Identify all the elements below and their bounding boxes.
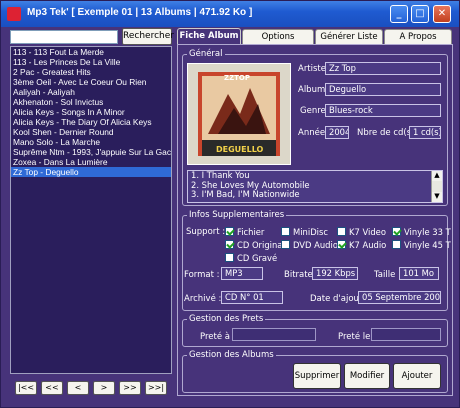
support-k7audio-checkbox[interactable]: K7 Audio — [337, 240, 386, 250]
checkbox-label: Vinyle 45 T — [404, 240, 451, 250]
cover-band-text: ZZTOP — [224, 74, 251, 82]
album-cover: ZZTOP DEGUELLO — [187, 63, 291, 165]
modify-button[interactable]: Modifier — [344, 363, 390, 389]
support-label: Support : — [186, 227, 226, 237]
album-list-item[interactable]: Zz Top - Deguello — [11, 167, 171, 177]
album-list-item[interactable]: Akhenaton - Sol Invictus — [11, 97, 171, 107]
checkbox-icon — [225, 253, 234, 262]
checkbox-icon — [225, 240, 234, 249]
tab-generer-liste[interactable]: Générer Liste — [315, 29, 383, 44]
scroll-up-icon[interactable]: ▲ — [432, 171, 442, 181]
album-list-item[interactable]: Aaliyah - Aaliyah — [11, 87, 171, 97]
lent-to-field[interactable] — [232, 328, 316, 341]
previous-button[interactable]: < — [67, 381, 89, 395]
checkbox-label: Fichier — [237, 227, 265, 237]
support-fichier-checkbox[interactable]: Fichier — [225, 227, 264, 237]
cd-count-field[interactable]: 1 cd(s) — [409, 126, 441, 139]
tracklist[interactable]: 1. I Thank You 2. She Loves My Automobil… — [187, 170, 443, 203]
albums-manage-legend: Gestion des Albums — [187, 350, 276, 360]
checkbox-label: K7 Audio — [349, 240, 387, 250]
search-input[interactable] — [10, 30, 118, 44]
checkbox-icon — [225, 227, 234, 236]
loans-legend: Gestion des Prets — [187, 314, 266, 324]
minimize-button[interactable]: _ — [390, 5, 408, 23]
album-list-item[interactable]: 113 - Les Princes De La Ville — [11, 57, 171, 67]
checkbox-label: Vinyle 33 T — [404, 227, 451, 237]
album-list-item[interactable]: 2 Pac - Greatest Hits — [11, 67, 171, 77]
next-page-button[interactable]: >> — [119, 381, 141, 395]
lent-on-field[interactable] — [371, 328, 441, 341]
checkbox-label: K7 Video — [349, 227, 386, 237]
format-label: Format : — [184, 270, 220, 280]
scroll-down-icon[interactable]: ▼ — [432, 192, 442, 202]
album-list-item[interactable]: Kool Shen - Dernier Round — [11, 127, 171, 137]
album-list-item[interactable]: 3ème Oeil - Avec Le Coeur Ou Rien — [11, 77, 171, 87]
tab-options[interactable]: Options — [242, 29, 314, 44]
format-field[interactable]: MP3 — [221, 267, 263, 280]
app-icon — [7, 7, 21, 21]
cd-count-label: Nbre de cd(s) — [357, 128, 415, 138]
lent-to-label: Preté à : — [200, 332, 236, 342]
date-added-field[interactable]: 05 Septembre 2004 — [358, 291, 441, 304]
delete-button[interactable]: Supprimer — [293, 363, 341, 389]
title-bar[interactable]: Mp3 Tek' [ Exemple 01 | 13 Albums | 471.… — [1, 1, 459, 27]
cover-title-text: DEGUELLO — [216, 145, 264, 154]
checkbox-icon — [337, 227, 346, 236]
support-vinyle45-checkbox[interactable]: Vinyle 45 T — [392, 240, 451, 250]
support-dvd-audio-checkbox[interactable]: DVD Audio — [281, 240, 338, 250]
checkbox-icon — [281, 227, 290, 236]
album-list-item[interactable]: Zoxea - Dans La Lumière — [11, 157, 171, 167]
search-button[interactable]: Rechercher — [122, 28, 174, 45]
bitrate-field[interactable]: 192 Kbps — [312, 267, 358, 280]
support-k7video-checkbox[interactable]: K7 Video — [337, 227, 386, 237]
previous-page-button[interactable]: << — [41, 381, 63, 395]
support-vinyle33-checkbox[interactable]: Vinyle 33 T — [392, 227, 451, 237]
checkbox-icon — [337, 240, 346, 249]
next-button[interactable]: > — [93, 381, 115, 395]
tab-fiche-album[interactable]: Fiche Album — [177, 28, 241, 45]
last-button[interactable]: >>| — [145, 381, 167, 395]
checkbox-label: MiniDisc — [293, 227, 328, 237]
album-field[interactable]: Deguello — [325, 83, 441, 96]
checkbox-icon — [392, 227, 401, 236]
support-cd-original-checkbox[interactable]: CD Original — [225, 240, 285, 250]
archive-label: Archivé : — [184, 294, 222, 304]
support-cd-grave-checkbox[interactable]: CD Gravé — [225, 253, 277, 263]
genre-field[interactable]: Blues-rock — [325, 104, 441, 117]
first-button[interactable]: |<< — [15, 381, 37, 395]
general-legend: Général — [187, 49, 225, 59]
album-list[interactable]: 113 - 113 Fout La Merde 113 - Les Princes… — [10, 46, 172, 374]
album-list-item[interactable]: Mano Solo - La Marche — [11, 137, 171, 147]
window-title: Mp3 Tek' [ Exemple 01 | 13 Albums | 471.… — [27, 7, 253, 18]
size-label: Taille : — [374, 270, 401, 280]
artist-field[interactable]: Zz Top — [325, 62, 441, 75]
album-list-item[interactable]: Suprême Ntm - 1993, J'appuie Sur La Gach… — [11, 147, 171, 157]
close-button[interactable]: ✕ — [433, 5, 451, 23]
album-list-item[interactable]: Alicia Keys - Songs In A Minor — [11, 107, 171, 117]
archive-field[interactable]: CD N° 01 — [221, 291, 283, 304]
tab-a-propos[interactable]: A Propos — [384, 29, 452, 44]
checkbox-label: CD Gravé — [237, 253, 278, 263]
extra-info-legend: Infos Supplementaires — [187, 210, 287, 220]
size-field[interactable]: 101 Mo — [399, 267, 439, 280]
checkbox-label: CD Original — [237, 240, 285, 250]
tracklist-scrollbar[interactable]: ▲ ▼ — [431, 171, 442, 202]
maximize-button[interactable]: □ — [411, 5, 429, 23]
main-window: Mp3 Tek' [ Exemple 01 | 13 Albums | 471.… — [0, 0, 460, 408]
track-item[interactable]: 3. I'M Bad, I'M Nationwide — [188, 189, 442, 200]
add-button[interactable]: Ajouter — [393, 363, 441, 389]
checkbox-icon — [392, 240, 401, 249]
year-field[interactable]: 2004 — [325, 126, 349, 139]
checkbox-label: DVD Audio — [293, 240, 338, 250]
support-minidisc-checkbox[interactable]: MiniDisc — [281, 227, 328, 237]
album-list-item[interactable]: 113 - 113 Fout La Merde — [11, 47, 171, 57]
album-list-item[interactable]: Alicia Keys - The Diary Of Alicia Keys — [11, 117, 171, 127]
checkbox-icon — [281, 240, 290, 249]
